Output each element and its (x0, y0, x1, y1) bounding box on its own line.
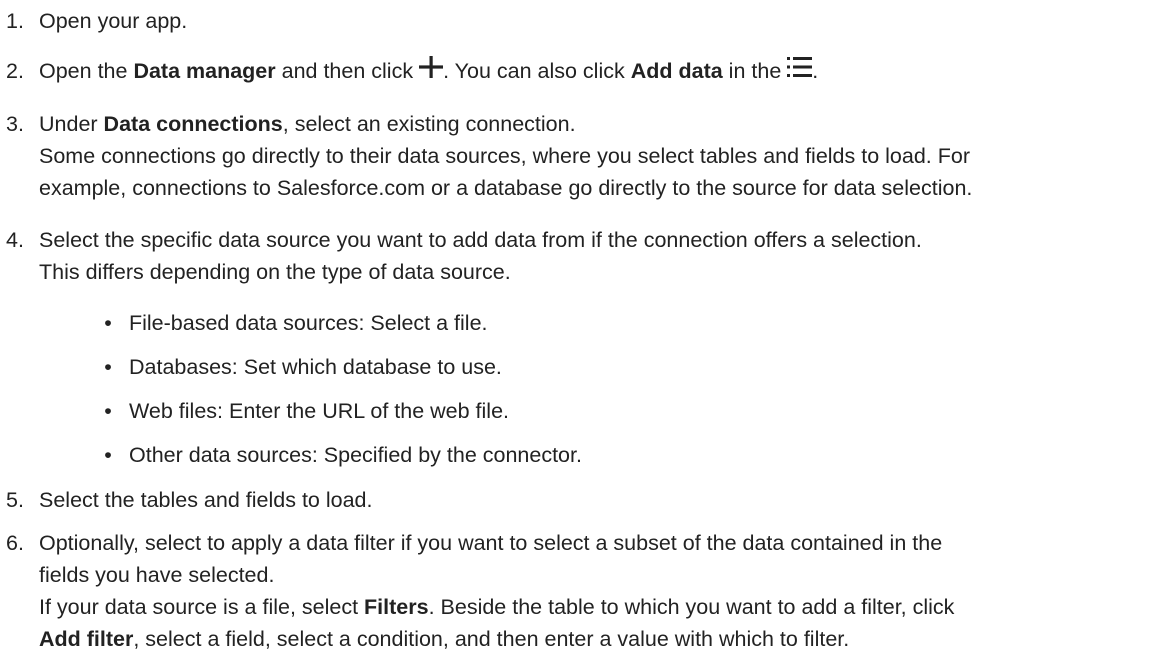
bullet-text: Other data sources: Specified by the con… (129, 443, 582, 467)
bullet-marker: • (104, 399, 112, 423)
bullet-text: Web files: Enter the URL of the web file… (129, 399, 510, 423)
ui-term-add-data: Add data (630, 59, 723, 83)
step-line: Optionally, select to apply a data filte… (39, 531, 943, 555)
plus-icon (419, 56, 444, 78)
step-body: Select the tables and fields to load. (39, 484, 1159, 516)
step-line: example, connections to Salesforce.com o… (39, 176, 973, 200)
bullet-marker: • (104, 443, 112, 467)
text-run: , select a field, select a condition, an… (133, 627, 850, 651)
step-line: Select the tables and fields to load. (39, 488, 373, 512)
text-run: , select an existing connection. (282, 112, 576, 136)
ui-term-data-connections: Data connections (103, 112, 283, 136)
bullet-marker: • (104, 311, 112, 335)
bullet-marker: • (104, 355, 112, 379)
menu-list-icon (787, 56, 813, 78)
bullet-text: File-based data sources: Select a file. (129, 311, 488, 335)
step-line: If your data source is a file, select Fi… (39, 591, 1159, 623)
text-run: . (812, 59, 819, 83)
text-run: and then click (275, 59, 420, 83)
step-line: Some connections go directly to their da… (39, 144, 970, 168)
text-run: Under (39, 112, 104, 136)
step-line: fields you have selected. (39, 563, 275, 587)
step-body: Optionally, select to apply a data filte… (39, 527, 1159, 655)
ui-term-data-manager: Data manager (133, 59, 276, 83)
text-run: If your data source is a file, select (39, 595, 365, 619)
step-body: Open the Data manager and then click . Y… (39, 55, 1159, 87)
step-body: Open your app. (39, 5, 1159, 37)
step-line: Add filter, select a field, select a con… (39, 623, 1159, 655)
step-line: Select the specific data source you want… (39, 228, 922, 252)
text-run: . Beside the table to which you want to … (428, 595, 955, 619)
ui-term-add-filter: Add filter (39, 627, 134, 651)
text-run: Open the (39, 59, 134, 83)
text-run: in the (722, 59, 788, 83)
step-line: Open the Data manager and then click . Y… (39, 55, 1159, 87)
document-page: 1. Open your app. 2. Open the Data manag… (0, 0, 1164, 666)
step-line: Under Data connections, select an existi… (39, 108, 1159, 140)
step-line: This differs depending on the type of da… (39, 260, 511, 284)
step-line: Open your app. (39, 9, 188, 33)
bullet-text: Databases: Set which database to use. (129, 355, 502, 379)
step-body: Select the specific data source you want… (39, 224, 1159, 288)
step-body: Under Data connections, select an existi… (39, 108, 1159, 204)
ui-term-filters: Filters (364, 595, 429, 619)
text-run: . You can also click (443, 59, 631, 83)
